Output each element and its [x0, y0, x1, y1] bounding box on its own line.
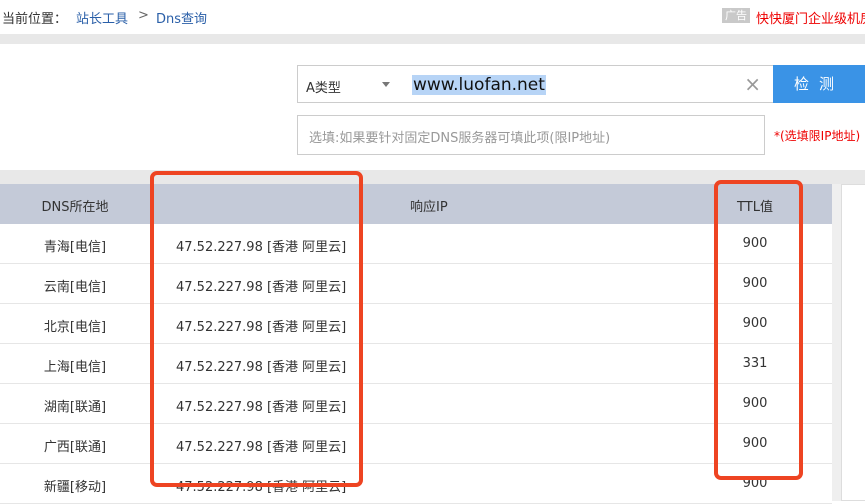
chevron-down-icon — [382, 82, 390, 87]
detect-button[interactable]: 检测 — [773, 65, 865, 103]
breadcrumb-link-dns-query[interactable]: Dns查询 — [156, 8, 207, 27]
table-row: 广西[联通] 47.52.227.98 [香港 阿里云] 900 — [0, 424, 832, 464]
ad-link[interactable]: 快快厦门企业级机房 — [756, 8, 865, 27]
right-side-panel — [832, 184, 865, 501]
cell-location: 湖南[联通] — [43, 400, 107, 415]
clear-icon[interactable]: × — [744, 72, 761, 96]
breadcrumb-separator: > — [138, 8, 149, 23]
annotation-box-ttl-column — [714, 180, 803, 480]
table-header: DNS所在地 响应IP TTL值 — [0, 184, 832, 224]
header-response-ip: 响应IP — [410, 200, 448, 215]
table-row: 上海[电信] 47.52.227.98 [香港 阿里云] 331 — [0, 344, 832, 384]
top-separator — [0, 34, 865, 44]
dns-server-placeholder: 选填:如果要针对固定DNS服务器可填此项(限IP地址) — [309, 131, 611, 146]
table-row: 北京[电信] 47.52.227.98 [香港 阿里云] 900 — [0, 304, 832, 344]
cell-location: 云南[电信] — [43, 280, 107, 295]
table-row: 新疆[移动] 47.52.227.98 [香港 阿里云] 900 — [0, 464, 832, 504]
breadcrumb-label: 当前位置： — [2, 12, 68, 27]
ad-badge: 广告 — [722, 8, 750, 23]
cell-location: 广西[联通] — [43, 440, 107, 455]
breadcrumb-link-webmaster-tools[interactable]: 站长工具 — [76, 8, 128, 27]
table-row: 云南[电信] 47.52.227.98 [香港 阿里云] 900 — [0, 264, 832, 304]
domain-input-value: www.luofan.net — [412, 75, 546, 95]
domain-input[interactable]: www.luofan.net × — [402, 65, 774, 103]
dns-server-input[interactable]: 选填:如果要针对固定DNS服务器可填此项(限IP地址) — [297, 115, 765, 155]
cell-location: 新疆[移动] — [43, 480, 107, 495]
cell-location: 上海[电信] — [43, 360, 107, 375]
right-side-panel-card — [841, 184, 865, 501]
dns-server-note: *(选填限IP地址) — [774, 129, 861, 143]
record-type-value: A类型 — [306, 81, 341, 96]
table-row: 青海[电信] 47.52.227.98 [香港 阿里云] 900 — [0, 224, 832, 264]
table-row: 湖南[联通] 47.52.227.98 [香港 阿里云] 900 — [0, 384, 832, 424]
header-dns-location: DNS所在地 — [41, 200, 109, 215]
record-type-select[interactable]: A类型 — [297, 65, 403, 103]
annotation-box-ip-column — [150, 171, 363, 487]
cell-location: 青海[电信] — [43, 240, 107, 255]
breadcrumb: 当前位置： 站长工具 > Dns查询 广告 快快厦门企业级机房 — [0, 0, 865, 34]
cell-location: 北京[电信] — [43, 320, 107, 335]
